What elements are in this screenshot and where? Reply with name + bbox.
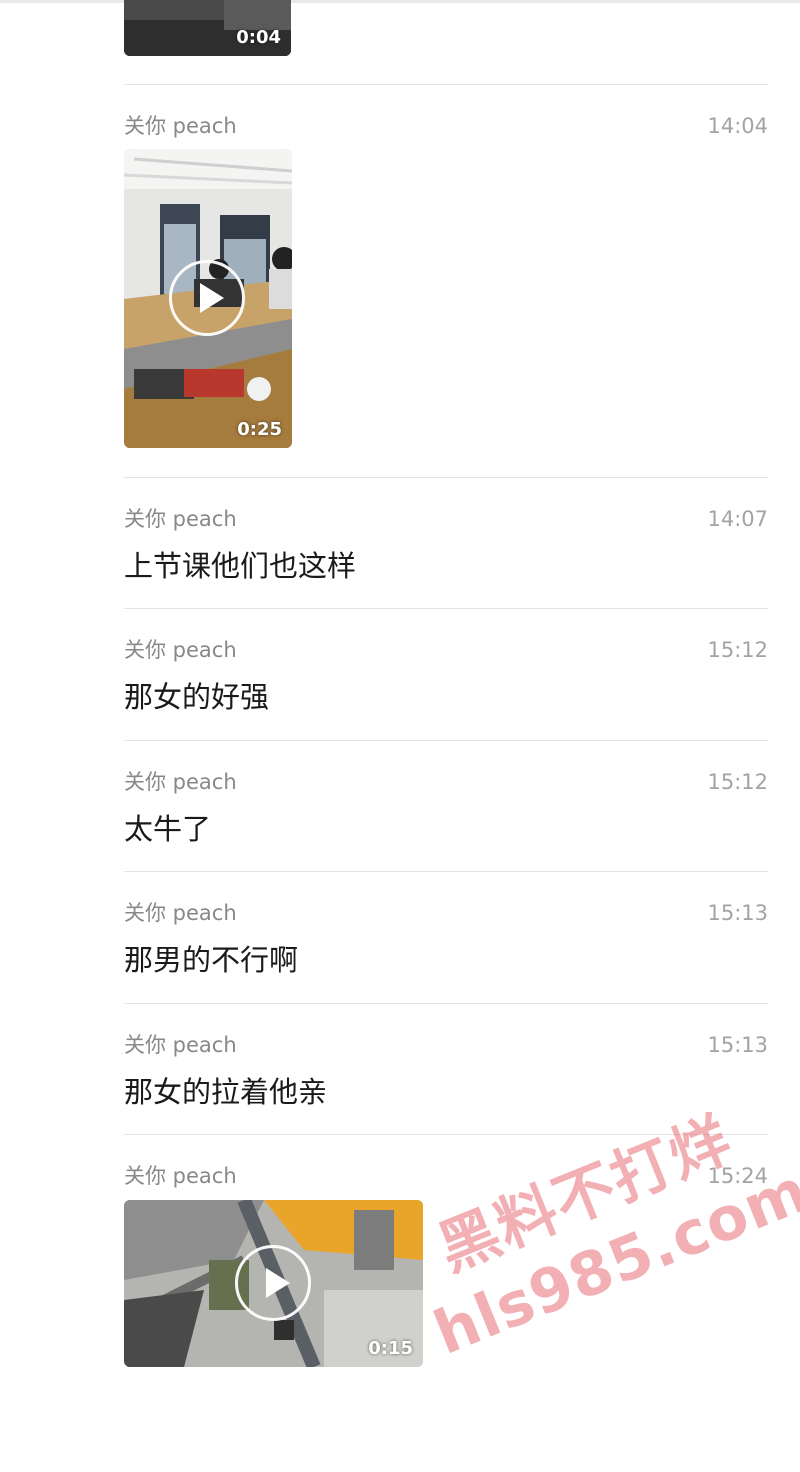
video-duration: 0:25 xyxy=(237,419,282,440)
message-divider xyxy=(124,477,768,478)
sender-name: 关你 peach xyxy=(124,638,237,662)
video-duration: 0:04 xyxy=(236,27,281,48)
sender-name: 关你 peach xyxy=(124,114,237,138)
chat-message: 关你 peach 15:12 那女的好强 xyxy=(124,637,768,717)
chat-message: 关你 peach 15:12 太牛了 xyxy=(124,769,768,849)
message-text: 那女的好强 xyxy=(124,680,270,714)
sender-name: 关你 peach xyxy=(124,770,237,794)
message-time: 14:07 xyxy=(707,507,768,531)
message-text: 太牛了 xyxy=(124,812,212,846)
sender-name: 关你 peach xyxy=(124,1033,237,1057)
chat-message: 关你 peach 15:13 那女的拉着他亲 xyxy=(124,1032,768,1112)
message-text: 那女的拉着他亲 xyxy=(124,1075,328,1109)
video-duration: 0:15 xyxy=(368,1338,413,1359)
message-time: 15:12 xyxy=(707,770,768,794)
sender-name: 关你 peach xyxy=(124,507,237,531)
video-message-thumbnail[interactable]: 0:15 xyxy=(124,1200,423,1367)
message-divider xyxy=(124,84,768,85)
message-divider xyxy=(124,608,768,609)
top-border xyxy=(0,0,800,3)
chat-message: 关你 peach 15:13 那男的不行啊 xyxy=(124,900,768,980)
message-text: 上节课他们也这样 xyxy=(124,549,357,583)
message-time: 14:04 xyxy=(707,114,768,138)
sender-name: 关你 peach xyxy=(124,901,237,925)
message-divider xyxy=(124,871,768,872)
chat-message: 关你 peach 14:07 上节课他们也这样 xyxy=(124,506,768,586)
watermark-text-line1: 黑料不打烊 xyxy=(428,1104,743,1286)
message-time: 15:13 xyxy=(707,1033,768,1057)
message-divider xyxy=(124,740,768,741)
sender-name: 关你 peach xyxy=(124,1164,237,1188)
chat-message: 关你 peach 15:24 xyxy=(124,1163,768,1193)
watermark: 黑料不打烊 hls985.com xyxy=(395,1088,800,1471)
message-time: 15:12 xyxy=(707,638,768,662)
video-message-thumbnail[interactable]: 0:25 xyxy=(124,149,292,448)
video-message-thumbnail[interactable]: 0:04 xyxy=(124,0,291,56)
play-icon[interactable] xyxy=(235,1245,311,1321)
message-divider xyxy=(124,1003,768,1004)
play-icon[interactable] xyxy=(169,260,245,336)
message-divider xyxy=(124,1134,768,1135)
message-time: 15:24 xyxy=(707,1164,768,1188)
message-text: 那男的不行啊 xyxy=(124,943,299,977)
message-time: 15:13 xyxy=(707,901,768,925)
